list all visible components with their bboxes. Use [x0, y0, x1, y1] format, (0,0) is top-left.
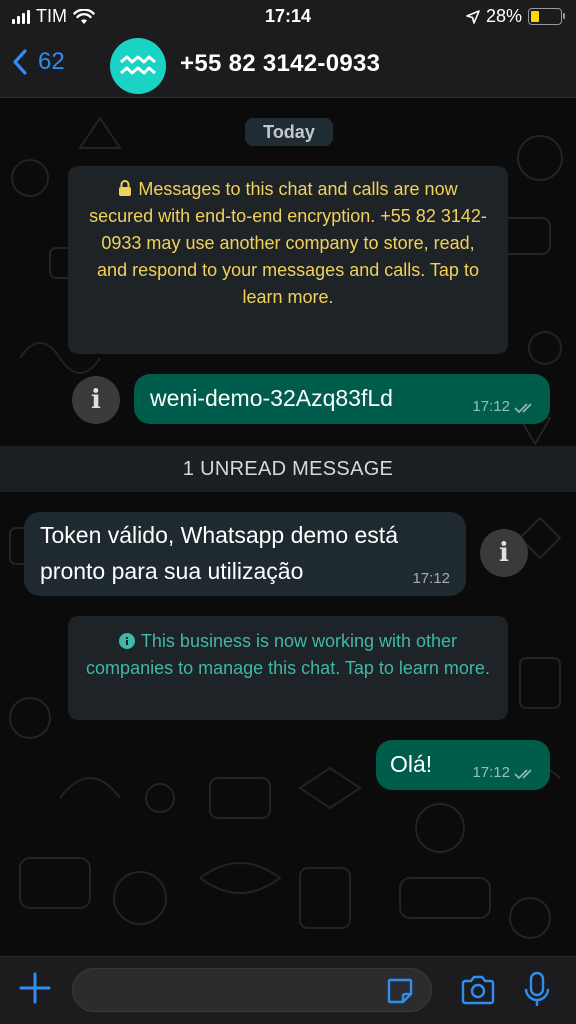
avatar[interactable] [110, 38, 166, 94]
status-bar: TIM 17:14 28% [0, 0, 576, 34]
chevron-left-icon [13, 49, 27, 75]
double-check-icon [514, 403, 532, 414]
message-input[interactable] [72, 968, 432, 1012]
message-outgoing[interactable]: weni-demo-32Azq83fLd 17:12 [134, 374, 550, 424]
message-text: Olá! [390, 751, 433, 777]
aquarius-logo-icon [120, 55, 156, 75]
contact-name[interactable]: +55 82 3142-0933 [180, 50, 380, 78]
lock-icon [119, 180, 132, 196]
battery-icon [528, 8, 565, 25]
business-notice[interactable]: This business is now working with other … [68, 616, 508, 720]
message-text-line2: pronto para sua utilização [40, 558, 304, 584]
camera-icon[interactable] [460, 975, 496, 1005]
chat-area[interactable]: Today Messages to this chat and calls ar… [0, 98, 576, 956]
plus-icon[interactable] [18, 971, 52, 1005]
double-check-icon [514, 769, 532, 780]
microphone-icon[interactable] [524, 971, 550, 1009]
message-text: weni-demo-32Azq83fLd [150, 385, 393, 411]
location-arrow-icon [466, 9, 480, 24]
input-bar [0, 956, 576, 1024]
business-notice-text: This business is now working with other … [86, 631, 490, 678]
message-time: 17:12 [412, 570, 450, 587]
message-outgoing[interactable]: Olá! 17:12 [376, 740, 550, 790]
chat-header: 62 +55 82 3142-0933 [0, 34, 576, 98]
sticker-icon[interactable] [386, 977, 414, 1005]
message-time: 17:12 [472, 398, 510, 415]
message-time: 17:12 [472, 764, 510, 781]
back-count: 62 [38, 48, 65, 75]
encryption-notice-text: Messages to this chat and calls are now … [89, 179, 487, 307]
message-text-line1: Token válido, Whatsapp demo está [40, 522, 398, 548]
info-icon [118, 633, 135, 649]
encryption-notice[interactable]: Messages to this chat and calls are now … [68, 166, 508, 354]
battery-percent: 28% [485, 6, 522, 26]
unread-divider: 1 UNREAD MESSAGE [0, 446, 576, 492]
back-button[interactable]: 62 [12, 48, 65, 76]
info-icon[interactable]: i [72, 376, 120, 424]
info-icon[interactable]: i [480, 529, 528, 577]
date-label: Today [245, 118, 333, 146]
message-incoming[interactable]: Token válido, Whatsapp demo está pronto … [24, 512, 466, 596]
status-right: 28% [466, 6, 565, 27]
